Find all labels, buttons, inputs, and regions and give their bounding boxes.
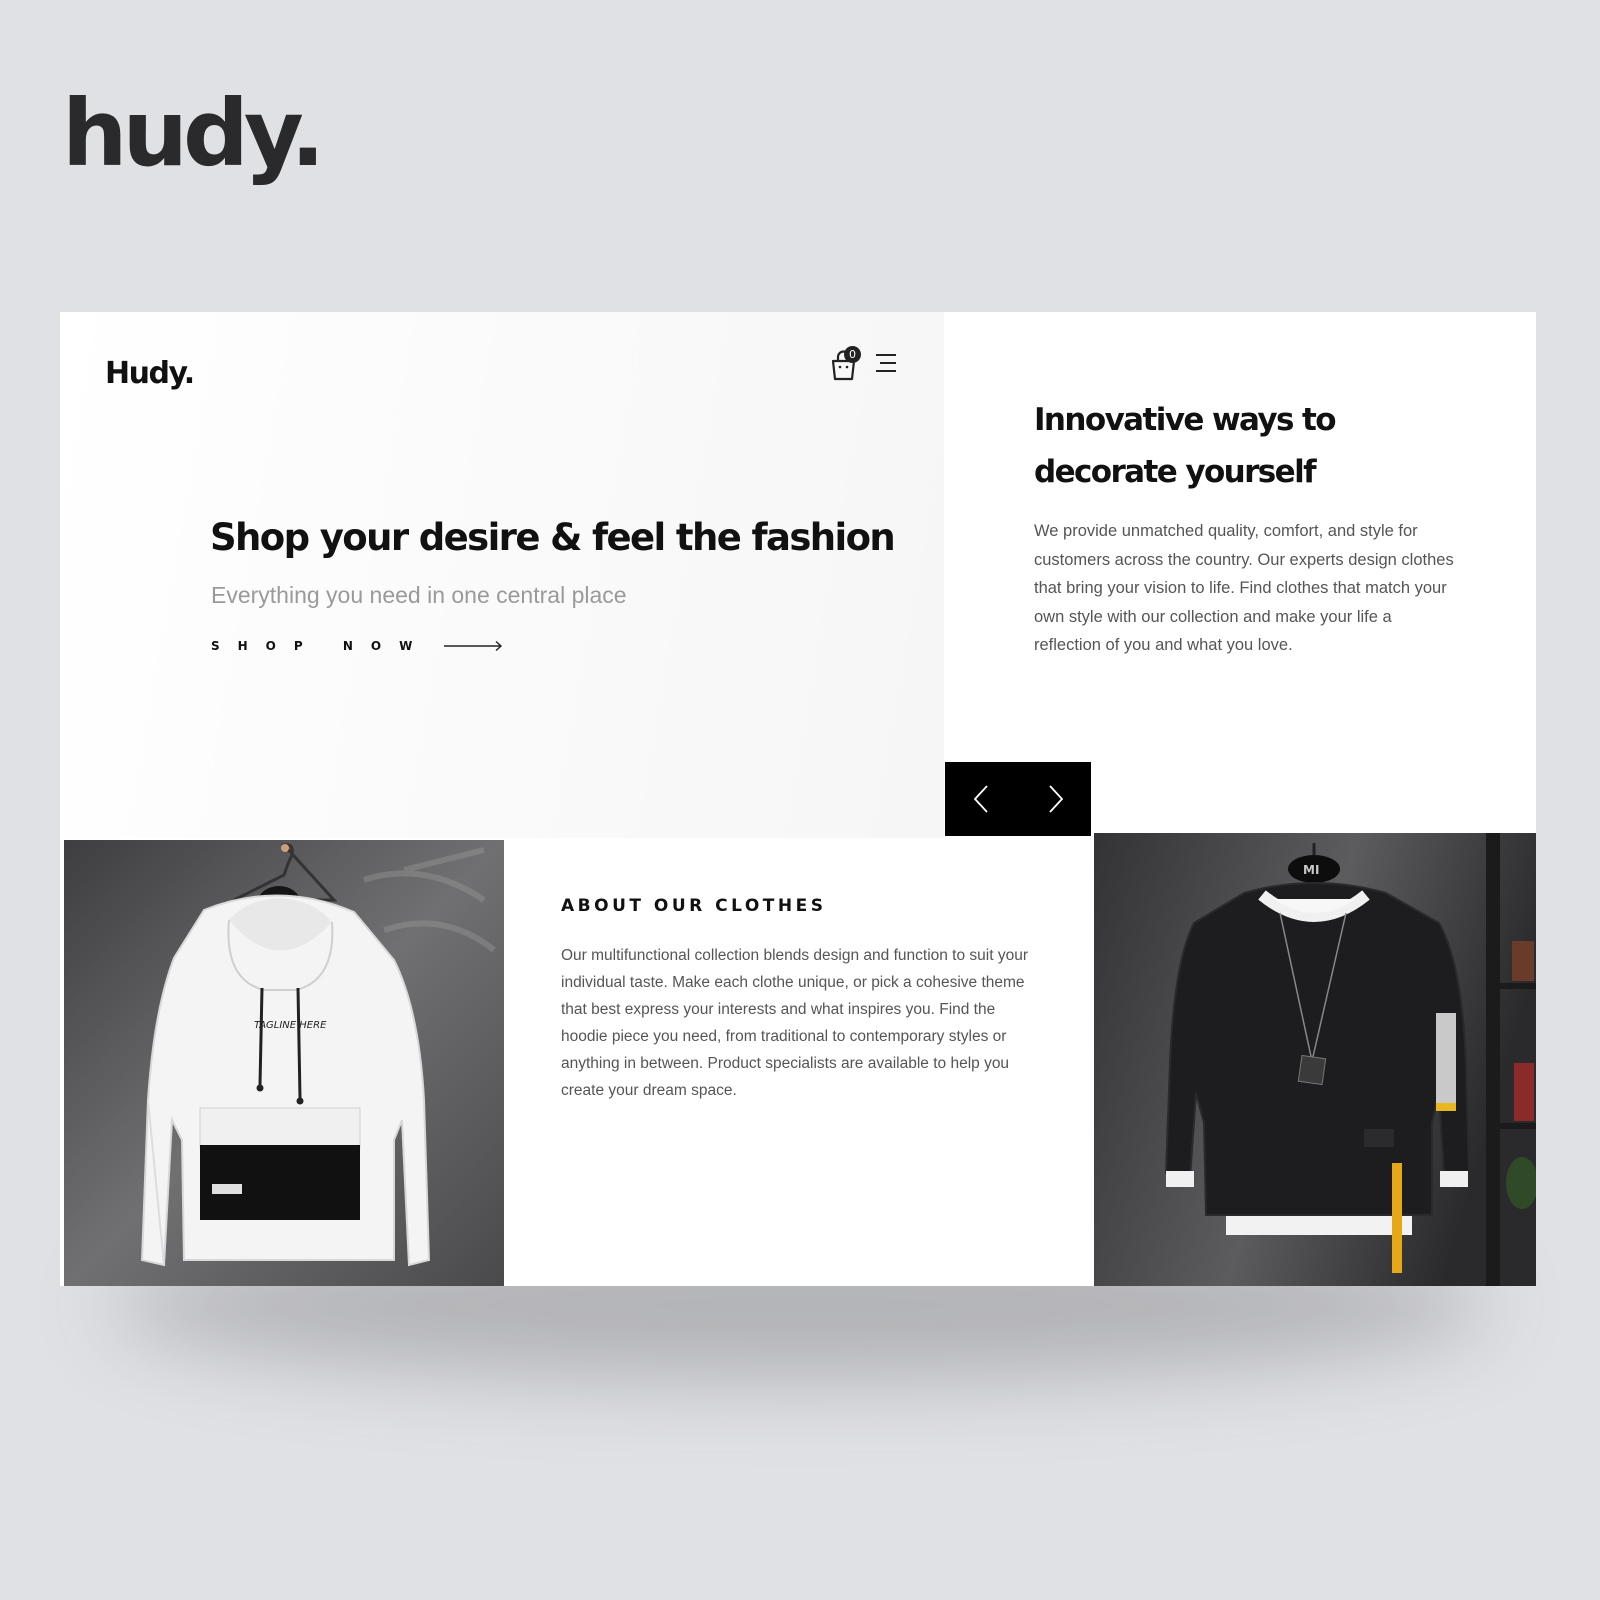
website-mockup: Hudy. 0 Shop your desire & feel the fash… <box>60 312 1536 1286</box>
cart-count-badge: 0 <box>844 346 861 363</box>
slider-nav <box>945 762 1091 836</box>
chevron-left-icon <box>973 785 988 813</box>
hero-title: Shop your desire & feel the fashion <box>210 516 896 559</box>
slider-prev-button[interactable] <box>945 762 1018 836</box>
intro-title: Innovative ways to decorate yourself <box>1034 402 1337 490</box>
intro-body: We provide unmatched quality, comfort, a… <box>1034 522 1454 654</box>
hoodie-print-text: TAGLINE HERE <box>254 1020 327 1031</box>
about-title: ABOUT OUR CLOTHES <box>561 896 827 916</box>
hero-subtitle: Everything you need in one central place <box>211 582 627 608</box>
site-logo[interactable]: Hudy. <box>105 356 195 391</box>
sweatshirt-product-image[interactable]: MI <box>1094 833 1536 1286</box>
long-arrow-right-icon <box>444 640 503 652</box>
shop-now-label: SHOP NOW <box>211 639 431 653</box>
hoodie-product-image[interactable]: D TAGLINE HERE <box>64 840 504 1286</box>
sweatshirt-tag-text: MI <box>1303 863 1319 877</box>
hamburger-menu-icon[interactable] <box>872 352 898 374</box>
about-body: Our multifunctional collection blends de… <box>561 947 1028 1099</box>
slider-next-button[interactable] <box>1018 762 1091 836</box>
hero-panel: Hudy. 0 Shop your desire & feel the fash… <box>60 312 944 838</box>
chevron-right-icon <box>1048 785 1063 813</box>
shopping-bag-icon[interactable]: 0 <box>828 346 861 382</box>
shop-now-button[interactable]: SHOP NOW <box>211 639 504 653</box>
brand-logo: hudy. <box>62 80 325 187</box>
